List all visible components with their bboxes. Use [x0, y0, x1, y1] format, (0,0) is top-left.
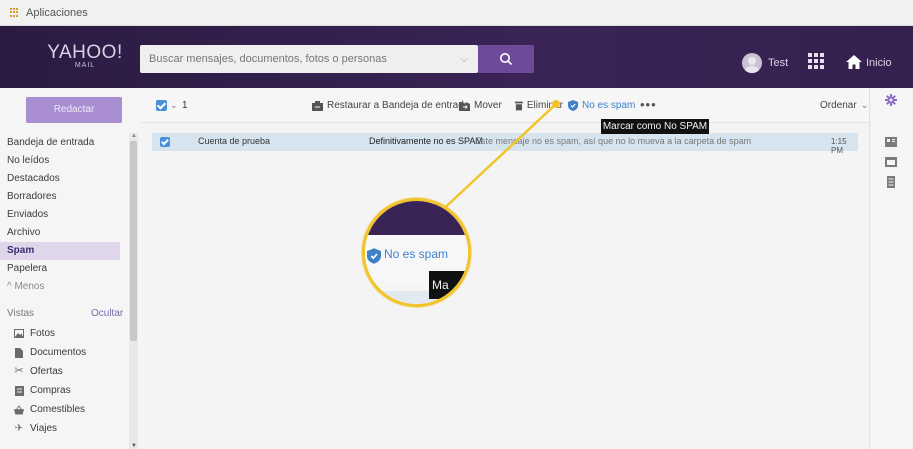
message-toolbar: ⌄ 1 Restaurar a Bandeja de entrada Mover…: [140, 88, 869, 123]
search-input[interactable]: Buscar mensajes, documentos, fotos o per…: [149, 53, 450, 65]
views-label: Vistas: [7, 308, 35, 319]
sidebar-scrollbar[interactable]: ▲ ▼: [129, 133, 138, 449]
view-documents[interactable]: Documentos: [0, 343, 128, 362]
view-shopping[interactable]: Compras: [0, 381, 128, 400]
views-section: Vistas Ocultar: [0, 296, 128, 324]
move-label: Mover: [474, 100, 502, 111]
message-sender: Cuenta de prueba: [198, 136, 271, 146]
basket-icon: [14, 404, 24, 415]
message-time: 1:15 PM: [831, 137, 847, 155]
shield-check-icon: [568, 100, 578, 111]
not-spam-label: No es spam: [582, 100, 636, 111]
folder-unread[interactable]: No leídos: [0, 152, 128, 170]
delete-label: Eliminar: [526, 100, 563, 111]
search-button[interactable]: [478, 45, 534, 73]
avatar[interactable]: [742, 53, 762, 73]
not-spam-button[interactable]: No es spam: [568, 100, 635, 111]
sort-dropdown[interactable]: Ordenar ⌄: [820, 100, 868, 111]
restore-inbox-icon: [312, 100, 323, 111]
folder-starred[interactable]: Destacados: [0, 170, 128, 188]
view-photos-label: Fotos: [30, 328, 56, 339]
move-button[interactable]: Mover: [459, 100, 502, 111]
restore-to-inbox-button[interactable]: Restaurar a Bandeja de entrada: [312, 100, 469, 111]
apps-grid-icon[interactable]: [10, 7, 20, 18]
view-travel-label: Viajes: [30, 423, 58, 434]
message-list: Cuenta de prueba Definitivamente no es S…: [140, 123, 869, 449]
trash-icon: [515, 101, 523, 110]
zoom-callout: No es spam Ma: [362, 198, 471, 307]
table-row[interactable]: Cuenta de prueba Definitivamente no es S…: [152, 133, 858, 155]
scrollbar-thumb[interactable]: [130, 141, 137, 341]
photos-icon: [14, 329, 24, 339]
contacts-icon[interactable]: [885, 136, 897, 148]
scroll-down-icon[interactable]: ▼: [131, 443, 137, 449]
view-deals-label: Ofertas: [30, 366, 63, 377]
selected-count: 1: [182, 100, 188, 111]
compose-button[interactable]: Redactar: [26, 97, 122, 123]
row-checkbox[interactable]: [160, 137, 170, 147]
sort-label: Ordenar: [820, 100, 857, 111]
yahoo-mail-logo[interactable]: YAHOO! MAIL: [42, 42, 128, 69]
folder-spam[interactable]: Spam: [0, 242, 120, 260]
view-groceries-label: Comestibles: [30, 404, 86, 415]
home-icon[interactable]: [845, 54, 863, 70]
logo-main: YAHOO!: [47, 42, 123, 63]
zoom-shield-check-icon: [367, 248, 381, 264]
select-all-checkbox[interactable]: [156, 100, 167, 111]
zoom-tooltip: Ma: [429, 271, 468, 299]
folder-move-icon: [459, 101, 470, 111]
search-box[interactable]: Buscar mensajes, documentos, fotos o per…: [140, 45, 478, 73]
folder-inbox[interactable]: Bandeja de entrada: [0, 134, 128, 152]
settings-gear-icon[interactable]: [885, 94, 897, 106]
mail-header: YAHOO! MAIL Buscar mensajes, documentos,…: [0, 26, 913, 88]
sort-chevron-down-icon: ⌄: [860, 100, 869, 110]
folder-archive[interactable]: Archivo: [0, 224, 128, 242]
view-shopping-label: Compras: [30, 385, 71, 396]
select-options-chevron-icon[interactable]: ⌄: [170, 100, 178, 111]
apps-bar: Aplicaciones: [0, 0, 913, 26]
airplane-icon: ✈: [14, 423, 24, 434]
scroll-up-icon[interactable]: ▲: [131, 133, 137, 139]
folder-trash[interactable]: Papelera: [0, 260, 128, 278]
receipt-icon: [14, 385, 24, 396]
delete-button[interactable]: Eliminar: [515, 100, 563, 111]
restore-label: Restaurar a Bandeja de entrada: [327, 100, 470, 111]
notepad-icon[interactable]: [885, 176, 897, 188]
scissors-icon: ✂: [14, 365, 24, 377]
message-subject: Definitivamente no es SPAM: [369, 136, 483, 146]
more-actions-button[interactable]: •••: [640, 97, 657, 112]
user-name[interactable]: Test: [768, 57, 788, 69]
views-hide-link[interactable]: Ocultar: [91, 296, 123, 332]
zoom-header: [365, 201, 468, 235]
right-rail: [869, 88, 913, 449]
folder-drafts[interactable]: Borradores: [0, 188, 128, 206]
zoom-not-spam-label: No es spam: [384, 247, 449, 261]
apps-launcher-icon[interactable]: [808, 53, 824, 69]
home-label[interactable]: Inicio: [866, 57, 892, 69]
folder-list: Bandeja de entrada No leídos Destacados …: [0, 134, 128, 438]
view-documents-label: Documentos: [30, 347, 87, 358]
search-options-chevron-icon[interactable]: ⌵: [450, 54, 478, 65]
less-toggle[interactable]: ^ Menos: [0, 278, 128, 296]
view-deals[interactable]: ✂ Ofertas: [0, 362, 128, 381]
apps-bar-label[interactable]: Aplicaciones: [26, 7, 88, 19]
message-snippet: Este mensaje no es spam, así que no lo m…: [475, 136, 752, 146]
search-icon: [500, 53, 513, 66]
calendar-icon[interactable]: [885, 156, 897, 168]
view-travel[interactable]: ✈ Viajes: [0, 419, 128, 438]
documents-icon: [14, 347, 24, 358]
view-groceries[interactable]: Comestibles: [0, 400, 128, 419]
not-spam-tooltip: Marcar como No SPAM: [601, 119, 709, 134]
sidebar: Redactar Bandeja de entrada No leídos De…: [0, 88, 139, 449]
folder-sent[interactable]: Enviados: [0, 206, 128, 224]
